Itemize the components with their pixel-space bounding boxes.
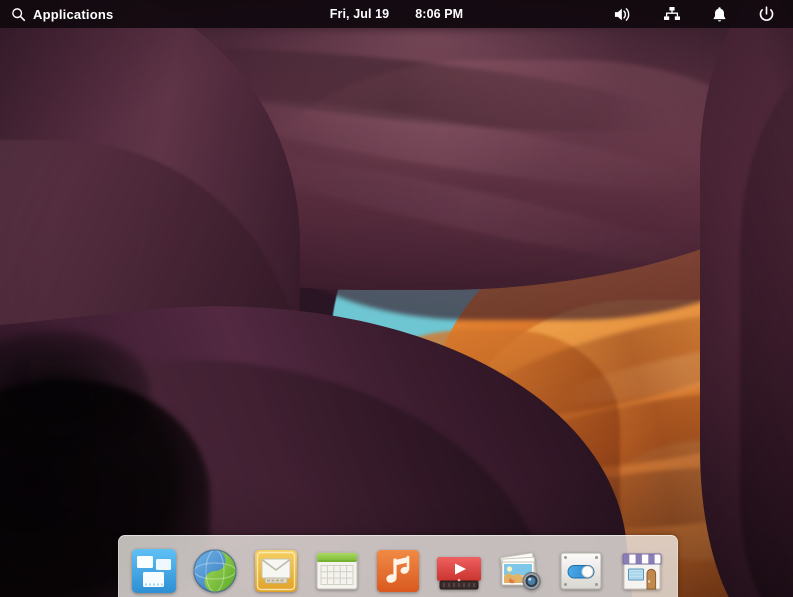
panel-date: Fri, Jul 19 bbox=[330, 7, 389, 21]
sound-icon[interactable] bbox=[613, 6, 632, 23]
applications-label: Applications bbox=[33, 7, 113, 22]
power-icon[interactable] bbox=[758, 6, 775, 23]
applications-menu-button[interactable]: Applications bbox=[0, 7, 113, 22]
desktop-wallpaper[interactable] bbox=[0, 0, 793, 597]
dock-item-system-settings[interactable] bbox=[557, 547, 605, 595]
dock-item-photos[interactable] bbox=[496, 547, 544, 595]
top-panel: Applications Fri, Jul 19 8:06 PM bbox=[0, 0, 793, 28]
dock-item-mail[interactable] bbox=[252, 547, 300, 595]
notifications-bell-icon[interactable] bbox=[712, 6, 727, 23]
dock-item-files[interactable] bbox=[130, 547, 178, 595]
panel-time: 8:06 PM bbox=[415, 7, 463, 21]
panel-indicators bbox=[613, 6, 793, 23]
dock-item-music[interactable] bbox=[374, 547, 422, 595]
network-icon[interactable] bbox=[663, 6, 681, 22]
dock-item-videos[interactable] bbox=[435, 547, 483, 595]
dock-item-web-browser[interactable] bbox=[191, 547, 239, 595]
dock bbox=[118, 535, 678, 597]
dock-item-calendar[interactable] bbox=[313, 547, 361, 595]
wallpaper-vignette bbox=[0, 0, 793, 597]
dock-item-appcenter[interactable] bbox=[618, 547, 666, 595]
search-icon bbox=[11, 7, 26, 22]
